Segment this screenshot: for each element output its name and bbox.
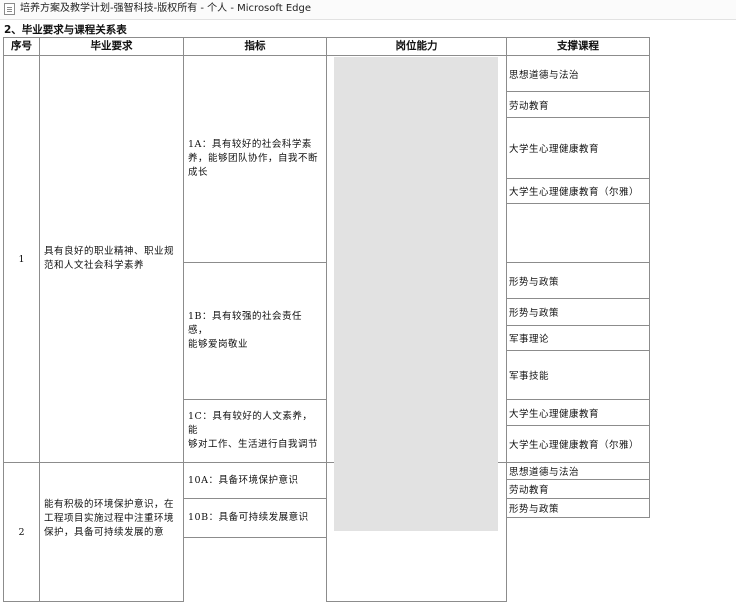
window-title: 培养方案及教学计划-强智科技-版权所有 - 个人 - Microsoft Edg… bbox=[20, 3, 312, 14]
redacted-region bbox=[334, 57, 498, 531]
indicator-cell: 1B：具有较强的社会责任感， 能够爱岗敬业 bbox=[183, 262, 327, 400]
window-titlebar: 培养方案及教学计划-强智科技-版权所有 - 个人 - Microsoft Edg… bbox=[0, 0, 736, 20]
requirement-text: 能有积极的环境保护意识，在 工程项目实施过程中注重环境 保护，具备可持续发展的意 bbox=[44, 499, 175, 538]
indicator-text: 10A：具备环境保护意识 bbox=[188, 474, 299, 486]
indicator-text: 1C：具有较好的人文素养，能 够对工作、生活进行自我调节 bbox=[188, 411, 319, 450]
indicator-cell: 1C：具有较好的人文素养，能 够对工作、生活进行自我调节 bbox=[183, 399, 327, 463]
course-cell: 思想道德与法治 bbox=[506, 462, 650, 480]
requirement-text: 具有良好的职业精神、职业规 范和人文社会科学素养 bbox=[44, 246, 175, 271]
indicator-cell: 10A：具备环境保护意识 bbox=[183, 462, 327, 499]
course-cell: 大学生心理健康教育（尔雅） bbox=[506, 178, 650, 204]
course-cell: 军事技能 bbox=[506, 350, 650, 400]
indicator-cell: 10B：具备可持续发展意识 bbox=[183, 498, 327, 538]
header-indicator: 指标 bbox=[183, 37, 327, 56]
course-cell: 军事理论 bbox=[506, 325, 650, 351]
header-no: 序号 bbox=[3, 37, 40, 56]
course-cell: 大学生心理健康教育 bbox=[506, 117, 650, 179]
header-courses: 支撑课程 bbox=[506, 37, 650, 56]
course-cell bbox=[506, 203, 650, 263]
course-cell: 大学生心理健康教育（尔雅） bbox=[506, 425, 650, 463]
indicator-text: 1B：具有较强的社会责任感， 能够爱岗敬业 bbox=[188, 311, 303, 350]
course-cell: 形势与政策 bbox=[506, 498, 650, 518]
course-cell: 思想道德与法治 bbox=[506, 55, 650, 92]
row-number-text: 1 bbox=[18, 253, 25, 265]
row-number: 2 bbox=[3, 462, 40, 602]
section-heading: 2、毕业要求与课程关系表 bbox=[4, 24, 127, 36]
page-icon bbox=[4, 3, 15, 15]
row-number-text: 2 bbox=[18, 526, 25, 538]
course-cell: 劳动教育 bbox=[506, 479, 650, 499]
course-cell: 形势与政策 bbox=[506, 262, 650, 299]
requirement-cell: 能有积极的环境保护意识，在 工程项目实施过程中注重环境 保护，具备可持续发展的意 bbox=[39, 462, 184, 602]
course-cell: 形势与政策 bbox=[506, 298, 650, 326]
indicator-cell: 1A：具有较好的社会科学素 养，能够团队协作，自我不断 成长 bbox=[183, 55, 327, 263]
course-cell: 劳动教育 bbox=[506, 91, 650, 118]
course-cell: 大学生心理健康教育 bbox=[506, 399, 650, 426]
indicator-text: 1A：具有较好的社会科学素 养，能够团队协作，自我不断 成长 bbox=[188, 139, 319, 178]
indicator-text: 10B：具备可持续发展意识 bbox=[188, 512, 309, 523]
requirement-cell: 具有良好的职业精神、职业规 范和人文社会科学素养 bbox=[39, 55, 184, 463]
header-position-ability: 岗位能力 bbox=[326, 37, 507, 56]
row-number: 1 bbox=[3, 55, 40, 463]
header-requirement: 毕业要求 bbox=[39, 37, 184, 56]
